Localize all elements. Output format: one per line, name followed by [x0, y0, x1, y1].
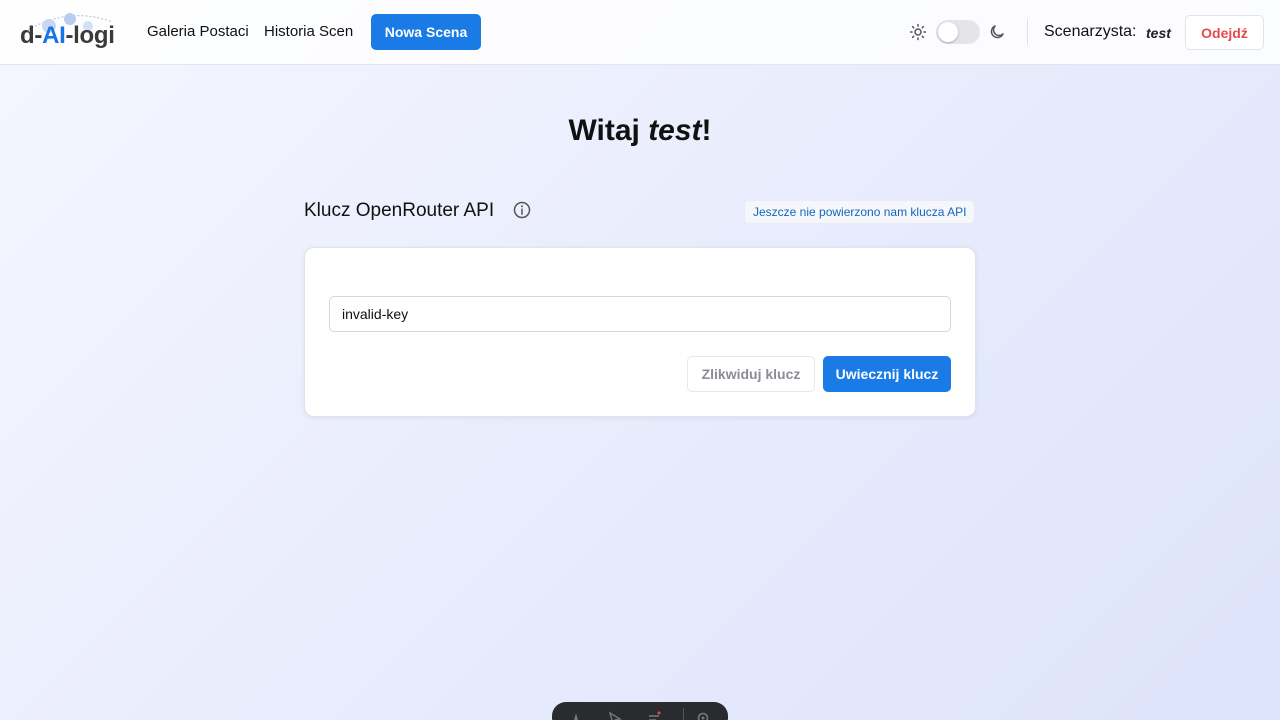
delete-key-button[interactable]: Zlikwiduj klucz: [687, 356, 815, 392]
moon-icon: [990, 25, 1004, 39]
save-key-button[interactable]: Uwiecznij klucz: [823, 356, 951, 392]
audit-icon[interactable]: [647, 711, 661, 720]
settings-icon[interactable]: [696, 711, 710, 720]
logo-text: d-AI-logi: [20, 22, 115, 49]
nav-link-scene-history[interactable]: Historia Scen: [264, 23, 353, 40]
logout-button[interactable]: Odejdź: [1185, 15, 1264, 50]
theme-toggle-knob: [938, 22, 958, 42]
api-key-input[interactable]: [329, 296, 951, 332]
app-logo[interactable]: d-AI-logi: [20, 10, 120, 54]
inspect-icon[interactable]: [608, 711, 622, 720]
theme-toggle[interactable]: [936, 20, 980, 44]
astro-icon[interactable]: [569, 711, 583, 720]
screenwriter-label: Scenarzysta:: [1044, 23, 1137, 40]
welcome-username: test: [648, 114, 702, 147]
dev-toolbar: [552, 702, 728, 720]
api-key-section-title: Klucz OpenRouter API: [304, 200, 495, 221]
new-scene-button[interactable]: Nowa Scena: [371, 14, 481, 50]
top-navbar: d-AI-logi Galeria Postaci Historia Scen …: [0, 0, 1280, 65]
api-key-status-badge: Jeszcze nie powierzono nam klucza API: [745, 201, 975, 223]
dev-toolbar-divider: [683, 708, 684, 720]
sun-icon: [909, 23, 927, 41]
welcome-heading: Witaj test!: [568, 114, 712, 147]
header-divider: [1027, 19, 1028, 45]
screenwriter-name: test: [1146, 25, 1171, 41]
info-icon[interactable]: [512, 200, 532, 220]
nav-link-character-gallery[interactable]: Galeria Postaci: [147, 23, 249, 40]
